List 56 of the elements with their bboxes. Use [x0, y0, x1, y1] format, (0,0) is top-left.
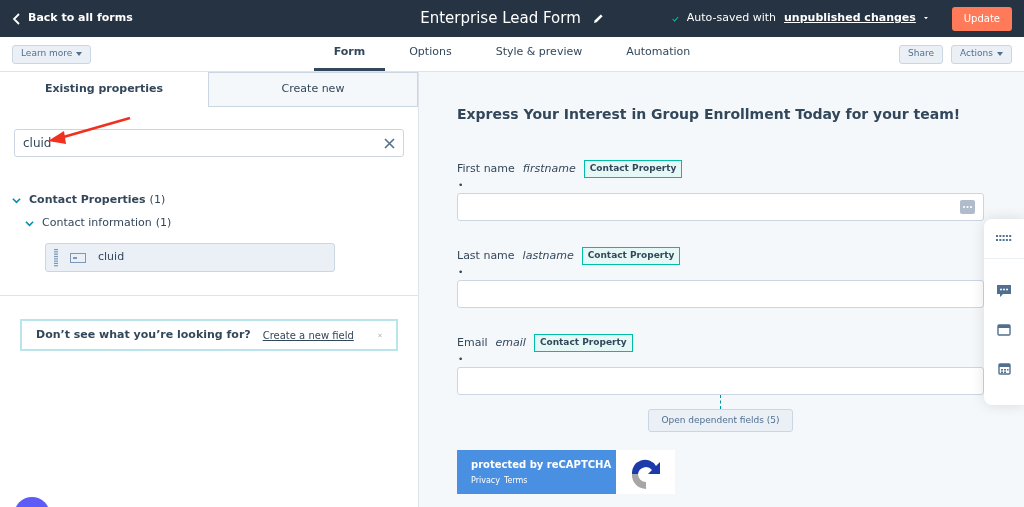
open-dependent-fields-button[interactable]: Open dependent fields (5)	[648, 409, 793, 432]
search-field[interactable]: cluid	[14, 129, 404, 157]
actions-button[interactable]: Actions	[951, 44, 1012, 64]
pencil-icon[interactable]	[592, 13, 604, 24]
group-count: (1)	[155, 215, 172, 232]
learn-more-button[interactable]: Learn more	[12, 44, 92, 64]
property-badge: Contact Property	[581, 247, 681, 265]
text-field-icon	[70, 252, 86, 263]
field-label: Email	[457, 334, 488, 351]
required-mark: •	[457, 266, 465, 279]
chevron-left-icon	[12, 12, 20, 25]
back-link[interactable]: Back to all forms	[12, 10, 352, 27]
form-title: Enterprise Lead Form	[420, 8, 581, 30]
unpublished-changes-link[interactable]: unpublished changes	[784, 10, 916, 27]
text-input[interactable]	[457, 280, 984, 308]
share-button[interactable]: Share	[899, 44, 944, 64]
tree-group-row[interactable]: Contact information (1)	[0, 212, 418, 235]
caret-icon[interactable]	[923, 16, 928, 21]
save-status: Auto-saved with	[686, 10, 777, 27]
field-label: Last name	[457, 247, 515, 264]
chat-bubble-icon[interactable]	[997, 285, 1011, 298]
window-icon[interactable]	[997, 324, 1011, 336]
chevron-down-icon	[12, 196, 21, 205]
calendar-icon[interactable]	[997, 362, 1011, 375]
panel-tab[interactable]: Create new	[208, 72, 418, 107]
ellipsis-icon	[960, 200, 975, 214]
group-count: (1)	[149, 192, 166, 209]
caret-icon	[997, 52, 1003, 56]
field-label: First name	[457, 160, 515, 177]
property-badge: Contact Property	[533, 334, 633, 352]
notice-text: Don’t see what you’re looking for?	[36, 326, 251, 343]
field-internal-name: email	[495, 334, 526, 351]
text-input[interactable]	[457, 367, 984, 395]
nav-tab[interactable]: Automation	[606, 37, 711, 71]
property-item[interactable]: cluid	[45, 243, 335, 272]
grid-dots-icon[interactable]	[996, 235, 1012, 242]
chevron-down-icon	[25, 219, 34, 228]
required-mark: •	[457, 179, 465, 192]
group-label: Contact information	[42, 215, 152, 232]
nav-tab[interactable]: Style & preview	[475, 37, 603, 71]
text-input[interactable]	[457, 193, 984, 221]
drag-handle-icon	[54, 248, 58, 267]
recaptcha-text: protected by reCAPTCHA	[471, 458, 613, 472]
field-internal-name: lastname	[522, 247, 574, 264]
caret-icon	[76, 52, 83, 56]
property-badge: Contact Property	[583, 160, 683, 178]
nav-tab[interactable]: Options	[389, 37, 472, 71]
group-label: Contact Properties	[29, 192, 146, 209]
clear-icon[interactable]	[384, 137, 395, 149]
form-heading: Express Your Interest in Group Enrollment Today for your team!	[457, 105, 962, 124]
field-internal-name: firstname	[522, 160, 576, 177]
create-field-link[interactable]: Create a new field	[262, 327, 354, 343]
tree-group-row[interactable]: Contact Properties (1)	[0, 189, 418, 212]
search-value: cluid	[23, 135, 53, 152]
property-label: cluid	[98, 249, 125, 266]
required-mark: •	[457, 353, 465, 366]
